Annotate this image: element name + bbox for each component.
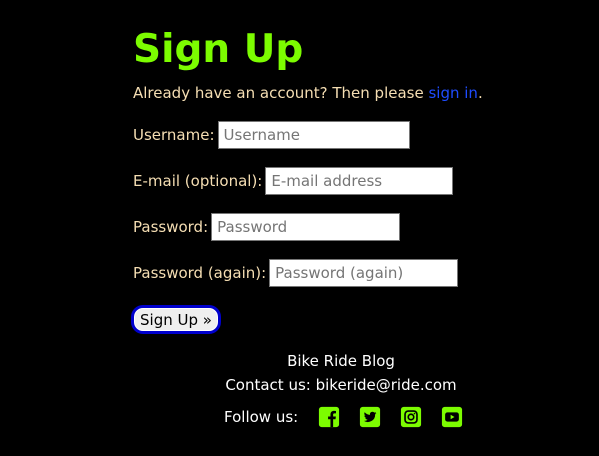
follow-label: Follow us: xyxy=(224,408,299,426)
signin-link[interactable]: sign in xyxy=(428,84,477,102)
footer-site-name: Bike Ride Blog xyxy=(287,352,395,370)
email-label: E-mail (optional): xyxy=(133,172,263,190)
signin-prompt: Already have an account? Then please sig… xyxy=(133,82,483,104)
username-row: Username: xyxy=(133,120,410,150)
signin-prompt-text: Already have an account? Then please xyxy=(133,84,429,102)
follow-row: Follow us: xyxy=(224,404,482,430)
password-label: Password: xyxy=(133,218,209,236)
twitter-icon[interactable] xyxy=(359,406,381,428)
footer-contact: Contact us: bikeride@ride.com xyxy=(225,376,457,394)
email-input[interactable] xyxy=(265,167,454,195)
password-again-row: Password (again): xyxy=(133,258,459,288)
username-label: Username: xyxy=(133,126,215,144)
password-row: Password: xyxy=(133,212,401,242)
youtube-icon[interactable] xyxy=(441,406,463,428)
signin-prompt-suffix: . xyxy=(477,84,483,102)
password-input[interactable] xyxy=(211,213,401,241)
username-input[interactable] xyxy=(217,121,410,149)
page-title: Sign Up xyxy=(133,27,304,72)
instagram-icon[interactable] xyxy=(400,406,422,428)
signup-button[interactable]: Sign Up » xyxy=(131,305,221,334)
email-row: E-mail (optional): xyxy=(133,166,454,196)
facebook-icon[interactable] xyxy=(318,406,340,428)
password-again-label: Password (again): xyxy=(133,264,267,282)
password-again-input[interactable] xyxy=(269,259,459,287)
